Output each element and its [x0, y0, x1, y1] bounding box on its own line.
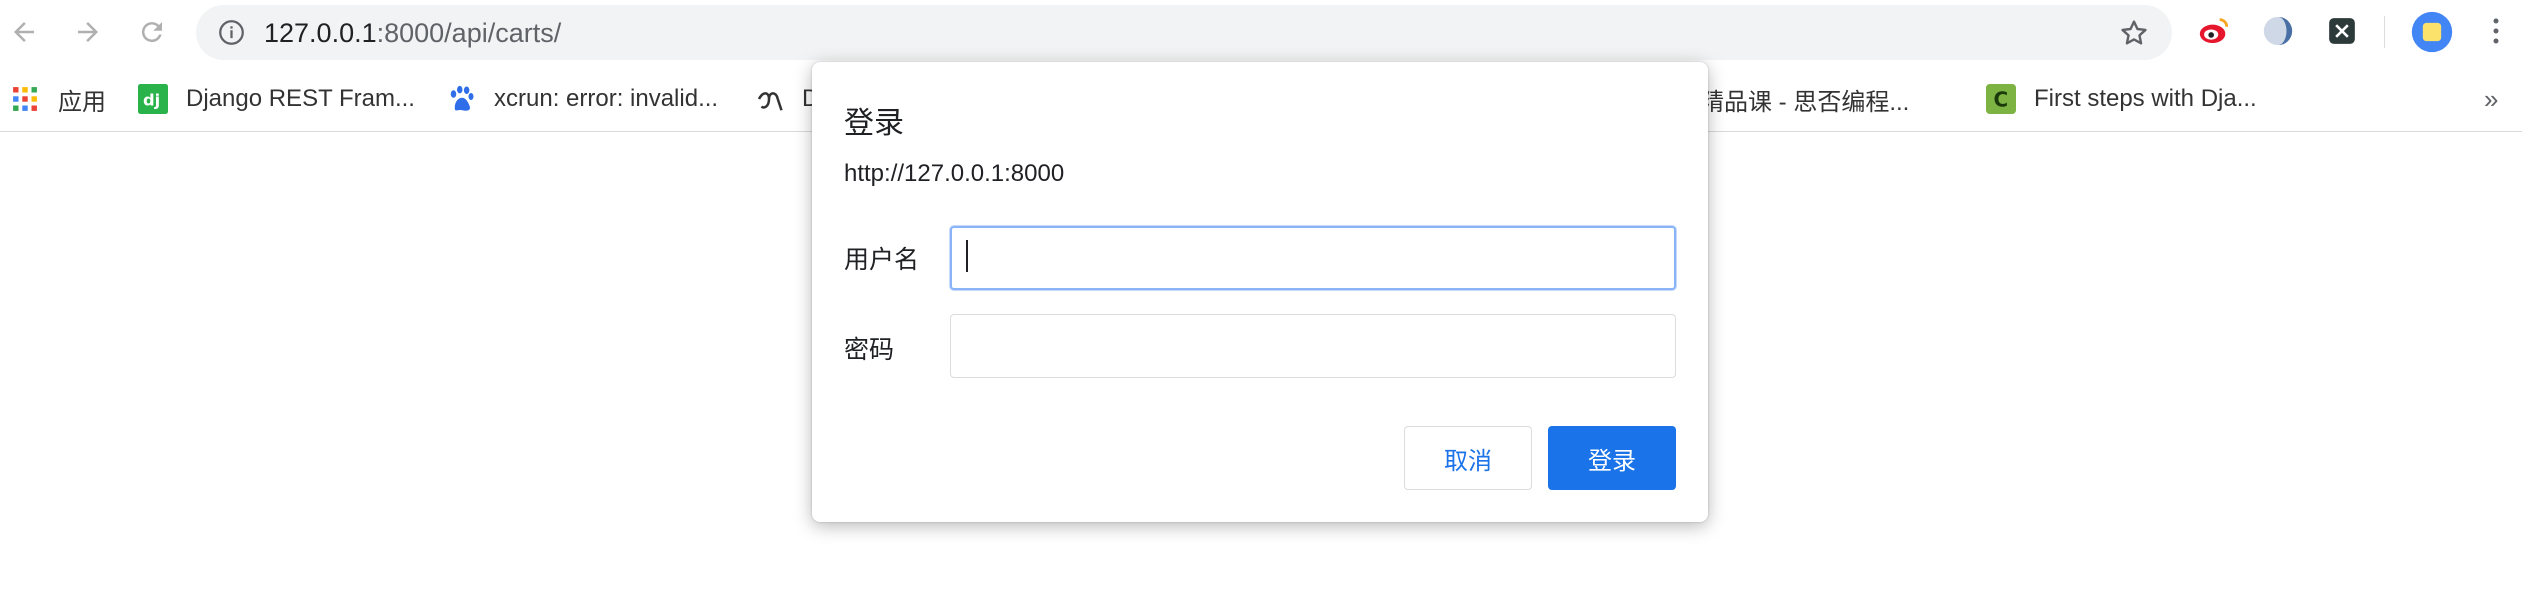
reload-button[interactable]	[128, 8, 176, 56]
bookmark-label: First steps with Dja...	[2034, 85, 2257, 112]
bookmark-apps[interactable]: 应用	[10, 82, 106, 116]
forward-arrow-icon	[78, 22, 98, 42]
apps-grid-icon	[10, 84, 40, 114]
bookmark-segmentfault[interactable]: 精品课 - 思否编程...	[1676, 82, 1909, 116]
username-label: 用户名	[844, 246, 920, 274]
toolbar-divider	[2384, 16, 2385, 48]
avatar-icon	[2411, 11, 2453, 53]
url-path: :8000/api/carts/	[376, 18, 562, 48]
bookmark-label: 精品课 - 思否编程...	[1700, 88, 1910, 116]
x-extension-icon[interactable]	[2324, 13, 2360, 49]
info-icon[interactable]	[218, 19, 245, 46]
dialog-origin: http://127.0.0.1:8000	[844, 160, 1065, 187]
svg-text:C: C	[1994, 88, 2009, 112]
more-vert-icon	[2493, 18, 2499, 44]
login-dialog: 登录 http://127.0.0.1:8000 用户名 密码 取消 登录	[812, 62, 1708, 522]
svg-text:dj: dj	[143, 90, 160, 109]
url-host: 127.0.0.1	[264, 18, 377, 48]
script-icon	[754, 84, 784, 114]
browser-toolbar: 127.0.0.1:8000/api/carts/	[0, 0, 2522, 64]
reload-icon	[141, 22, 162, 43]
back-button[interactable]	[0, 8, 48, 56]
bookmark-script[interactable]: D	[754, 82, 819, 116]
address-bar[interactable]: 127.0.0.1:8000/api/carts/	[196, 5, 2172, 60]
bookmark-label: Django REST Fram...	[186, 85, 415, 112]
profile-avatar[interactable]	[2410, 10, 2454, 54]
circle-extension-icon[interactable]	[2260, 13, 2296, 49]
bookmark-xcrun[interactable]: xcrun: error: invalid...	[446, 82, 718, 116]
forward-button[interactable]	[64, 8, 112, 56]
c-book-icon: C	[1986, 84, 2016, 114]
bookmarks-overflow-button[interactable]: »	[2484, 82, 2498, 116]
password-input[interactable]	[950, 314, 1676, 378]
bookmark-label: xcrun: error: invalid...	[494, 85, 719, 112]
menu-button[interactable]	[2478, 13, 2514, 49]
weibo-extension-icon[interactable]	[2196, 13, 2232, 49]
url-text[interactable]: 127.0.0.1:8000/api/carts/	[264, 18, 561, 48]
password-label: 密码	[844, 336, 895, 364]
bookmark-first-steps-django[interactable]: C First steps with Dja...	[1986, 82, 2257, 116]
bookmark-django-rest[interactable]: dj Django REST Fram...	[138, 82, 415, 116]
text-caret	[966, 240, 968, 272]
bookmark-label: 应用	[58, 88, 106, 116]
baidu-paw-icon	[446, 84, 476, 114]
cancel-button[interactable]: 取消	[1404, 426, 1532, 490]
back-arrow-icon	[14, 22, 34, 42]
username-input[interactable]	[950, 226, 1676, 290]
bookmark-star-icon[interactable]	[2118, 17, 2150, 49]
login-button[interactable]: 登录	[1548, 426, 1676, 490]
dialog-title: 登录	[844, 107, 904, 140]
django-icon: dj	[138, 84, 168, 114]
